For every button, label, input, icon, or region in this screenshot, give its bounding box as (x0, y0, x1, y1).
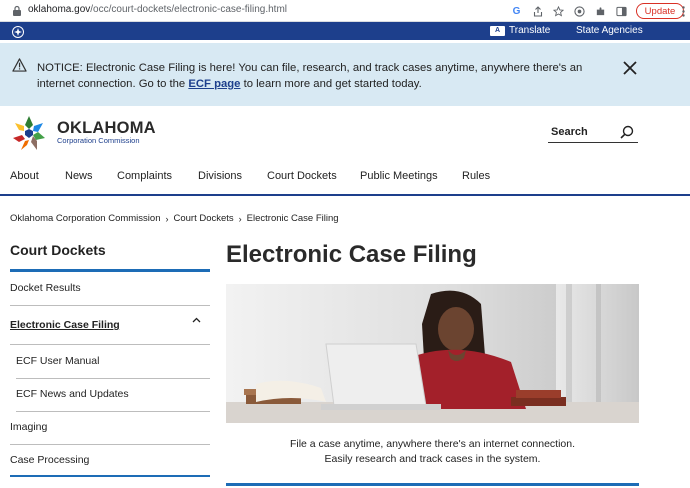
update-label: Update (644, 5, 676, 17)
url-host: oklahoma.gov (28, 4, 91, 15)
nav-item-about[interactable]: About (10, 170, 39, 182)
notice-text-after: to learn more and get started today. (240, 78, 422, 90)
breadcrumb-home[interactable]: Oklahoma Corporation Commission (10, 213, 160, 224)
nav-item-divisions[interactable]: Divisions (198, 170, 242, 182)
sidebar-title: Court Dockets (10, 242, 106, 258)
hero-photo (226, 284, 639, 423)
address-bar[interactable]: oklahoma.gov/occ/court-dockets/electroni… (28, 4, 287, 15)
logo-subtitle: Corporation Commission (57, 136, 140, 145)
share-icon[interactable] (531, 5, 544, 18)
nav-divider (0, 194, 690, 196)
sidebar-item-imaging[interactable]: Imaging (10, 421, 210, 445)
sidebar-item-case-processing[interactable]: Case Processing (10, 454, 210, 474)
sidepanel-icon[interactable] (615, 5, 628, 18)
caption-line-2: Easily research and track cases in the s… (324, 453, 541, 465)
chevron-right-icon: › (165, 213, 169, 224)
translate-icon: A (490, 25, 505, 36)
translate-badge: A (494, 27, 501, 34)
breadcrumb: Oklahoma Corporation Commission › Court … (10, 213, 339, 224)
page-title: Electronic Case Filing (226, 241, 477, 268)
breadcrumb-current: Electronic Case Filing (246, 213, 339, 224)
translate-label: Translate (509, 25, 551, 36)
search-icon[interactable] (620, 125, 634, 139)
search-input[interactable]: Search (548, 123, 638, 143)
nav-item-complaints[interactable]: Complaints (117, 170, 172, 182)
sidebar-item-ecf-news[interactable]: ECF News and Updates (16, 388, 210, 412)
nav-item-court-dockets[interactable]: Court Dockets (267, 170, 337, 182)
sidebar-item-docket-results[interactable]: Docket Results (10, 282, 210, 306)
oklahoma-star-icon[interactable] (12, 26, 24, 38)
google-icon[interactable]: G (510, 5, 523, 18)
sidebar-bottom-rule (10, 475, 210, 477)
chevron-right-icon: › (238, 213, 242, 224)
hero-image (226, 284, 639, 423)
main-bottom-rule (226, 483, 639, 486)
nav-item-public-meetings[interactable]: Public Meetings (360, 170, 438, 182)
bookmark-star-icon[interactable] (552, 5, 565, 18)
more-menu-icon[interactable] (682, 6, 685, 17)
nav-item-rules[interactable]: Rules (462, 170, 490, 182)
close-icon[interactable] (622, 60, 638, 76)
main-nav: About News Complaints Divisions Court Do… (0, 170, 690, 190)
caption-line-1: File a case anytime, anywhere there's an… (289, 438, 576, 450)
translate-button[interactable]: A Translate (490, 25, 550, 36)
state-agencies-link[interactable]: State Agencies (576, 25, 643, 36)
nav-item-news[interactable]: News (65, 170, 93, 182)
lock-icon (13, 5, 21, 16)
occ-logo-icon[interactable] (10, 114, 48, 152)
search-label: Search (551, 126, 588, 138)
update-button[interactable]: Update (636, 3, 684, 19)
puzzle-icon[interactable] (594, 5, 607, 18)
utility-bar: A Translate State Agencies (0, 22, 690, 40)
sidebar-item-electronic-case-filing[interactable]: Electronic Case Filing (10, 319, 210, 345)
browser-toolbar: oklahoma.gov/occ/court-dockets/electroni… (0, 0, 690, 22)
notice-text: NOTICE: Electronic Case Filing is here! … (37, 60, 597, 92)
sidebar-item-ecf-user-manual[interactable]: ECF User Manual (16, 355, 210, 379)
hero-caption: File a case anytime, anywhere there's an… (226, 437, 639, 467)
chevron-up-icon[interactable] (192, 317, 201, 323)
sidebar-title-underline (10, 269, 210, 272)
notice-banner: NOTICE: Electronic Case Filing is here! … (0, 43, 690, 106)
breadcrumb-court-dockets[interactable]: Court Dockets (173, 213, 233, 224)
ecf-page-link[interactable]: ECF page (188, 78, 240, 90)
extension-icon[interactable] (573, 5, 586, 18)
warning-icon (12, 58, 27, 72)
url-path: /occ/court-dockets/electronic-case-filin… (90, 4, 288, 15)
